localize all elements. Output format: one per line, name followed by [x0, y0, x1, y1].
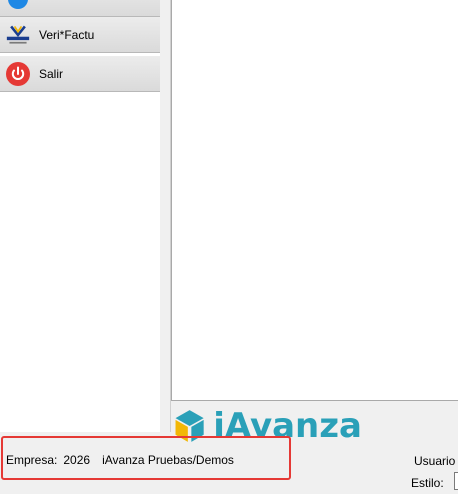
estilo-select[interactable]	[454, 472, 458, 490]
estilo-label: Estilo:	[411, 476, 444, 490]
sidebar-scrollbar[interactable]	[160, 0, 171, 432]
info-icon	[6, 0, 30, 11]
highlight-box	[1, 436, 291, 480]
sidebar-item-verifactu[interactable]: Veri*Factu	[0, 17, 160, 53]
verifactu-icon	[6, 23, 30, 47]
main-content-panel	[171, 0, 458, 401]
power-icon	[6, 61, 30, 86]
sidebar-item-info[interactable]	[0, 0, 160, 17]
usuario-label: Usuario	[414, 454, 456, 468]
sidebar-item-salir[interactable]: Salir	[0, 56, 160, 92]
sidebar-item-label: Salir	[39, 66, 64, 81]
sidebar-item-label: Veri*Factu	[39, 27, 95, 42]
sidebar: Veri*Factu Salir	[0, 0, 161, 432]
